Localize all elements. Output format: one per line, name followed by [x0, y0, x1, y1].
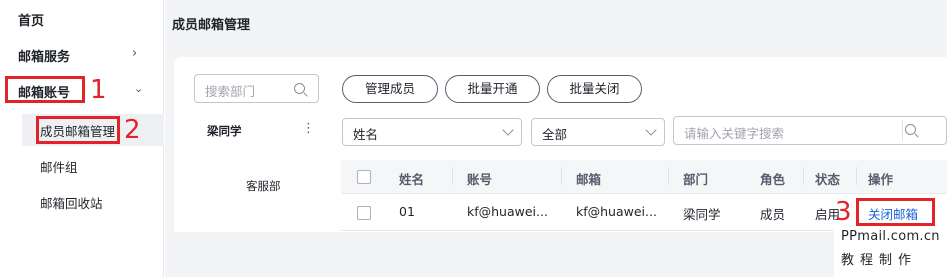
- column-divider: [856, 167, 857, 185]
- dept-tree-child[interactable]: 客服部: [246, 178, 281, 194]
- cell-account: kf@huawei...: [467, 204, 548, 219]
- sidebar-item-mail-service[interactable]: 邮箱服务: [18, 46, 70, 65]
- step-marker-1: 1: [90, 75, 107, 105]
- status-select-value: 全部: [542, 127, 568, 142]
- chevron-down-icon: [502, 124, 514, 136]
- chevron-down-icon: [645, 124, 657, 136]
- select-all-checkbox[interactable]: [357, 170, 371, 184]
- dept-search-placeholder: 搜索部门: [205, 84, 256, 99]
- column-header-email: 邮箱: [576, 172, 602, 187]
- cell-dept: 梁同学: [683, 207, 721, 222]
- dept-search-input[interactable]: 搜索部门: [194, 74, 319, 103]
- row-checkbox[interactable]: [357, 206, 371, 220]
- step-marker-3: 3: [835, 197, 852, 227]
- sidebar-item-mail-group[interactable]: 邮件组: [40, 157, 78, 176]
- highlight-box-2: [36, 116, 120, 144]
- field-select[interactable]: 姓名: [342, 118, 522, 146]
- highlight-box-1: [5, 76, 85, 103]
- chevron-right-icon: ›: [132, 46, 138, 61]
- column-header-name: 姓名: [399, 172, 425, 187]
- chevron-down-icon: ⌄: [134, 82, 144, 95]
- column-header-action: 操作: [868, 172, 894, 187]
- search-icon: [294, 83, 305, 94]
- column-divider: [452, 167, 453, 185]
- highlight-box-3: [856, 198, 935, 226]
- page-title: 成员邮箱管理: [172, 18, 251, 33]
- manage-members-button[interactable]: 管理成员: [342, 75, 438, 103]
- batch-close-button[interactable]: 批量关闭: [547, 75, 642, 103]
- step-marker-2: 2: [124, 115, 141, 145]
- cell-name: 01: [399, 204, 415, 219]
- batch-enable-button[interactable]: 批量开通: [445, 75, 540, 103]
- column-header-dept: 部门: [683, 172, 709, 187]
- status-select[interactable]: 全部: [531, 118, 665, 146]
- keyword-search-input[interactable]: 请输入关键字搜索: [673, 116, 947, 145]
- keyword-placeholder: 请输入关键字搜索: [684, 126, 785, 141]
- watermark-line1: PPmail.com.cn: [841, 229, 940, 244]
- column-header-status: 状态: [815, 172, 841, 187]
- column-divider: [803, 167, 804, 185]
- column-header-role: 角色: [760, 172, 786, 187]
- dept-tree-root[interactable]: 梁同学: [207, 123, 242, 139]
- cell-role: 成员: [760, 207, 786, 222]
- more-icon[interactable]: ⋮: [302, 121, 315, 136]
- watermark-line2: 教程制作: [841, 253, 918, 268]
- sidebar: 首页 邮箱服务 › 邮箱账号 ⌄ 1 成员邮箱管理 2 邮件组 邮箱回收站: [0, 0, 164, 277]
- column-divider: [668, 167, 669, 185]
- sidebar-item-recycle-bin[interactable]: 邮箱回收站: [40, 193, 103, 212]
- column-divider: [561, 167, 562, 185]
- column-header-account: 账号: [467, 172, 493, 187]
- cell-email: kf@huawei...: [576, 204, 657, 219]
- search-icon[interactable]: [905, 124, 916, 135]
- divider: [902, 120, 903, 141]
- sidebar-item-home[interactable]: 首页: [18, 10, 44, 29]
- field-select-value: 姓名: [353, 127, 379, 142]
